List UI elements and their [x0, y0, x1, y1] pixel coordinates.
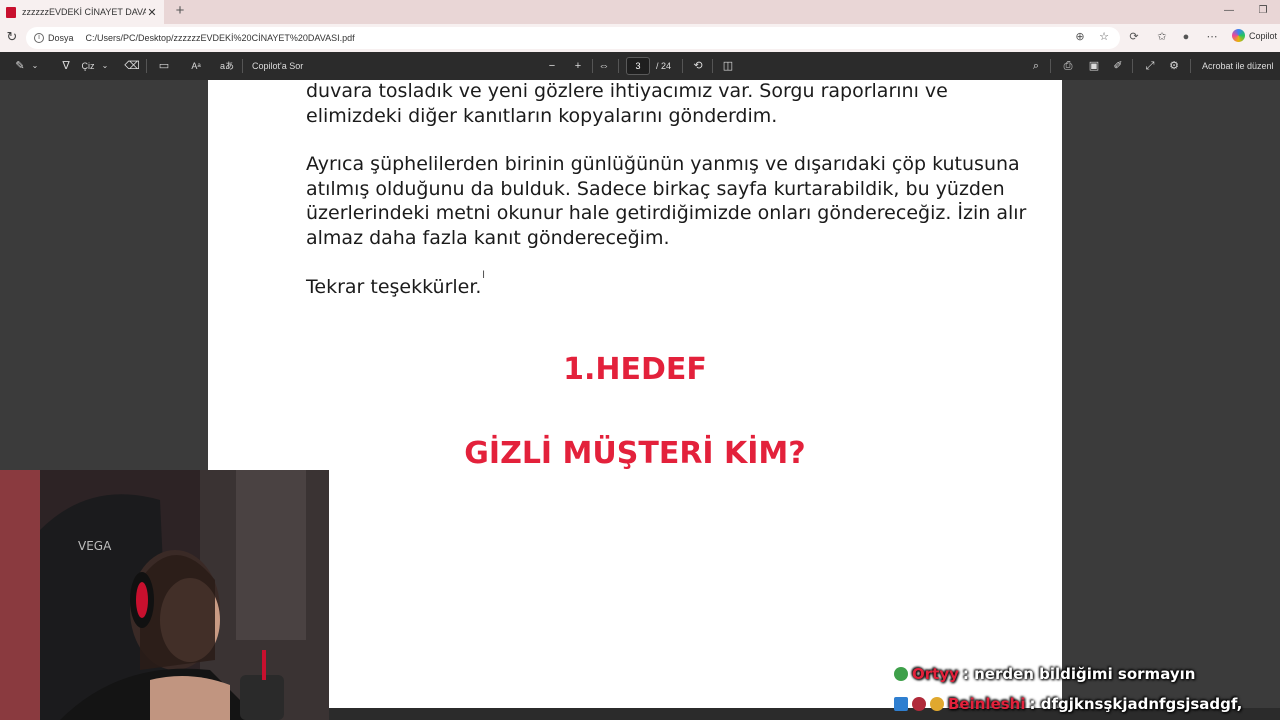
maximize-icon[interactable]: ❐ [1246, 0, 1280, 24]
chevron-down-icon[interactable]: ⌄ [30, 58, 40, 74]
divider [1050, 59, 1051, 73]
page-number-input[interactable]: 3 [626, 57, 650, 75]
pdf-file-icon [6, 6, 16, 18]
url-text[interactable]: C:/Users/PC/Desktop/zzzzzzEVDEKİ%20CİNAY… [86, 33, 355, 43]
site-chip[interactable]: Dosya [48, 33, 74, 43]
divider [682, 59, 683, 73]
page-view-icon[interactable]: ◫ [720, 58, 736, 74]
divider [592, 59, 593, 73]
chat-message: Ortyy : nerden bildiğimi sormayın [894, 665, 1274, 683]
print-icon[interactable]: ⎙ [1060, 58, 1076, 74]
divider [618, 59, 619, 73]
fit-width-icon[interactable]: ⇔ [596, 58, 612, 74]
divider [1190, 59, 1191, 73]
heading-question: GİZLİ MÜŞTERİ KİM? [464, 436, 806, 471]
chat-text: : dfgjknsşkjadnfgsjsadgf, [1029, 695, 1243, 713]
new-tab-button[interactable]: + [172, 2, 188, 20]
favorite-star-icon[interactable]: ☆ [1096, 29, 1112, 45]
settings-gear-icon[interactable]: ⚙ [1166, 58, 1182, 74]
copilot-button[interactable]: Copilot [1232, 29, 1277, 42]
fullscreen-icon[interactable]: ⤢ [1142, 58, 1158, 74]
user-badge-icon [912, 697, 926, 711]
divider [712, 59, 713, 73]
divider [242, 59, 243, 73]
eraser-icon[interactable]: ⌫ [124, 58, 140, 74]
info-icon[interactable]: i [34, 33, 44, 43]
pdf-page: duvara tosladık ve yeni gözlere ihtiyacı… [208, 80, 1062, 720]
highlight-icon[interactable]: ✎ [12, 58, 28, 74]
closing-text: Tekrar teşekkürler. [306, 276, 482, 298]
save-as-icon[interactable]: ✐ [1110, 58, 1126, 74]
divider [146, 59, 147, 73]
streamer-camera-image: VEGA [0, 470, 329, 720]
acrobat-edit-button[interactable]: Acrobat ile düzenl [1202, 58, 1280, 74]
webcam-overlay: VEGA [0, 470, 329, 720]
more-options-icon[interactable]: ⋯ [1204, 29, 1220, 45]
zoom-out-icon[interactable]: − [544, 58, 560, 74]
pdf-toolbar: ✎ ⌄ ∇ Çiz ⌄ ⌫ ▭ Aᵃ aあ Copilot'a Sor − + … [0, 52, 1280, 80]
user-badge-icon [894, 667, 908, 681]
paragraph-1: duvara tosladık ve yeni gözlere ihtiyacı… [306, 80, 948, 127]
tab-close-icon[interactable]: ✕ [146, 6, 158, 19]
address-bar[interactable]: i Dosya C:/Users/PC/Desktop/zzzzzzEVDEKİ… [26, 27, 1120, 49]
copilot-ask-button[interactable]: Copilot'a Sor [252, 58, 314, 74]
copilot-label: Copilot [1249, 30, 1278, 41]
read-aloud-icon[interactable]: Aᵃ [188, 58, 204, 74]
chat-username: Ortyy [912, 665, 959, 683]
profile-avatar-icon[interactable]: ● [1178, 29, 1194, 45]
moderator-badge-icon [894, 697, 908, 711]
text-box-icon[interactable]: ▭ [156, 58, 172, 74]
translate-icon[interactable]: aあ [218, 58, 236, 74]
zoom-in-icon[interactable]: + [570, 58, 586, 74]
reload-icon[interactable]: ↻ [4, 29, 20, 45]
divider [1132, 59, 1133, 73]
draw-label[interactable]: Çiz [78, 58, 98, 74]
chat-message: Beinleshi : dfgjknsşkjadnfgsjsadgf, [894, 695, 1274, 713]
tab-title: zzzzzzEVDEKİ CİNAYET DAVASI.pdf [22, 7, 146, 17]
screen: { "browser": { "tab_title": "zzzzzzEVDEK… [0, 0, 1280, 720]
page-total: / 24 [656, 61, 672, 71]
search-icon[interactable]: ⌕ [1028, 58, 1044, 74]
copilot-icon [1232, 29, 1245, 42]
rotate-icon[interactable]: ⟲ [690, 58, 706, 74]
heading-target: 1.HEDEF [563, 352, 707, 387]
draw-icon[interactable]: ∇ [58, 58, 74, 74]
chevron-down-icon[interactable]: ⌄ [100, 58, 110, 74]
minimize-icon[interactable]: — [1212, 0, 1246, 24]
zoom-icon[interactable]: ⊕ [1072, 29, 1088, 45]
favorites-icon[interactable]: ✩ [1154, 29, 1170, 45]
chat-username: Beinleshi [948, 695, 1026, 713]
tab-strip: zzzzzzEVDEKİ CİNAYET DAVASI.pdf ✕ + — ❐ [0, 0, 1280, 24]
address-bar-row: ↻ i Dosya C:/Users/PC/Desktop/zzzzzzEVDE… [0, 24, 1280, 52]
chat-text: : nerden bildiğimi sormayın [962, 665, 1196, 683]
text-cursor-icon: I [482, 269, 486, 281]
subscriber-badge-icon [930, 697, 944, 711]
chair-brand-text: VEGA [78, 539, 112, 553]
paragraph-2: Ayrıca şüphelilerden birinin günlüğünün … [306, 153, 1027, 249]
save-icon[interactable]: ▣ [1086, 58, 1102, 74]
tab-active-pdf[interactable]: zzzzzzEVDEKİ CİNAYET DAVASI.pdf ✕ [0, 0, 164, 24]
extensions-icon[interactable]: ⟳ [1126, 29, 1142, 45]
